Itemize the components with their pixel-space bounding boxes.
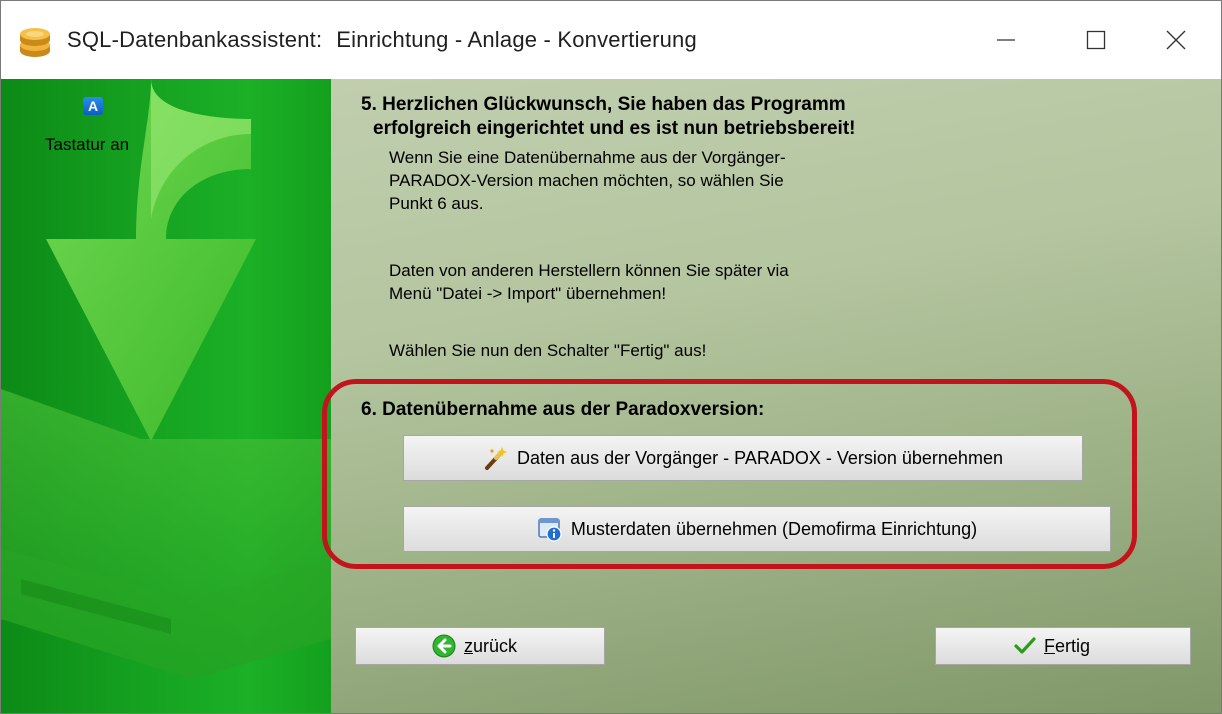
finish-label: Fertig [1044, 636, 1090, 657]
step5-para2-line2: Menü "Datei -> Import" übernehmen! [389, 284, 667, 303]
coins-database-icon [20, 28, 50, 57]
sample-data-button[interactable]: Musterdaten übernehmen (Demofirma Einric… [403, 506, 1111, 552]
step5-para1-line3: Punkt 6 aus. [389, 194, 484, 213]
magic-wand-icon [485, 447, 508, 470]
back-mnemonic: z [464, 635, 473, 656]
back-label-rest: urück [473, 635, 518, 656]
step5-para1-line2: PARADOX-Version machen möchten, so wähle… [389, 171, 784, 190]
title-bar[interactable]: SQL-Datenbankassistent: Einrichtung - Anl… [1, 1, 1221, 79]
maximize-button[interactable] [1051, 1, 1141, 79]
wizard-window: SQL-Datenbankassistent: Einrichtung - Anl… [0, 0, 1222, 714]
content-panel: 5. Herzlichen Glückwunsch, Sie haben das… [322, 79, 1221, 713]
step5-heading-line1: 5. Herzlichen Glückwunsch, Sie haben das… [361, 94, 846, 115]
import-paradox-label: Daten aus der Vorgänger - PARADOX - Vers… [517, 447, 1003, 468]
step5-heading-line2: erfolgreich eingerichtet und es ist nun … [373, 118, 856, 139]
window-subtitle: Einrichtung - Anlage - Konvertierung [336, 27, 697, 52]
import-paradox-button[interactable]: Daten aus der Vorgänger - PARADOX - Vers… [403, 435, 1083, 481]
keyboard-a-icon[interactable]: A [83, 97, 103, 115]
close-icon [1166, 30, 1186, 50]
window-title: SQL-Datenbankassistent: Einrichtung - Anl… [67, 27, 697, 53]
checkmark-icon [1014, 637, 1036, 654]
step5-para2-line1: Daten von anderen Herstellern können Sie… [389, 261, 789, 280]
window-app-name: SQL-Datenbankassistent: [67, 27, 323, 52]
finish-mnemonic: F [1044, 635, 1055, 656]
minimize-icon [997, 39, 1015, 41]
sidebar-panel: A Tastatur an [1, 79, 331, 713]
maximize-icon [1086, 30, 1106, 50]
keyboard-toggle-label[interactable]: Tastatur an [45, 135, 129, 155]
minimize-button[interactable] [961, 1, 1051, 79]
step6-heading: 6. Datenübernahme aus der Paradoxversion… [361, 399, 765, 420]
back-label: zurück [464, 636, 517, 657]
finish-button[interactable]: Fertig [935, 627, 1191, 665]
finish-label-rest: ertig [1055, 635, 1091, 656]
step5-para1-line1: Wenn Sie eine Datenübernahme aus der Vor… [389, 148, 786, 167]
step5-para3: Wählen Sie nun den Schalter "Fertig" aus… [389, 341, 707, 360]
close-button[interactable] [1131, 1, 1221, 79]
install-arrow-illustration [1, 79, 331, 679]
back-button[interactable]: zurück [355, 627, 605, 665]
green-back-arrow-icon [432, 634, 456, 658]
sample-data-label: Musterdaten übernehmen (Demofirma Einric… [570, 518, 978, 539]
info-window-icon [538, 518, 562, 542]
step5-heading: 5. Herzlichen Glückwunsch, Sie haben das… [361, 93, 855, 141]
